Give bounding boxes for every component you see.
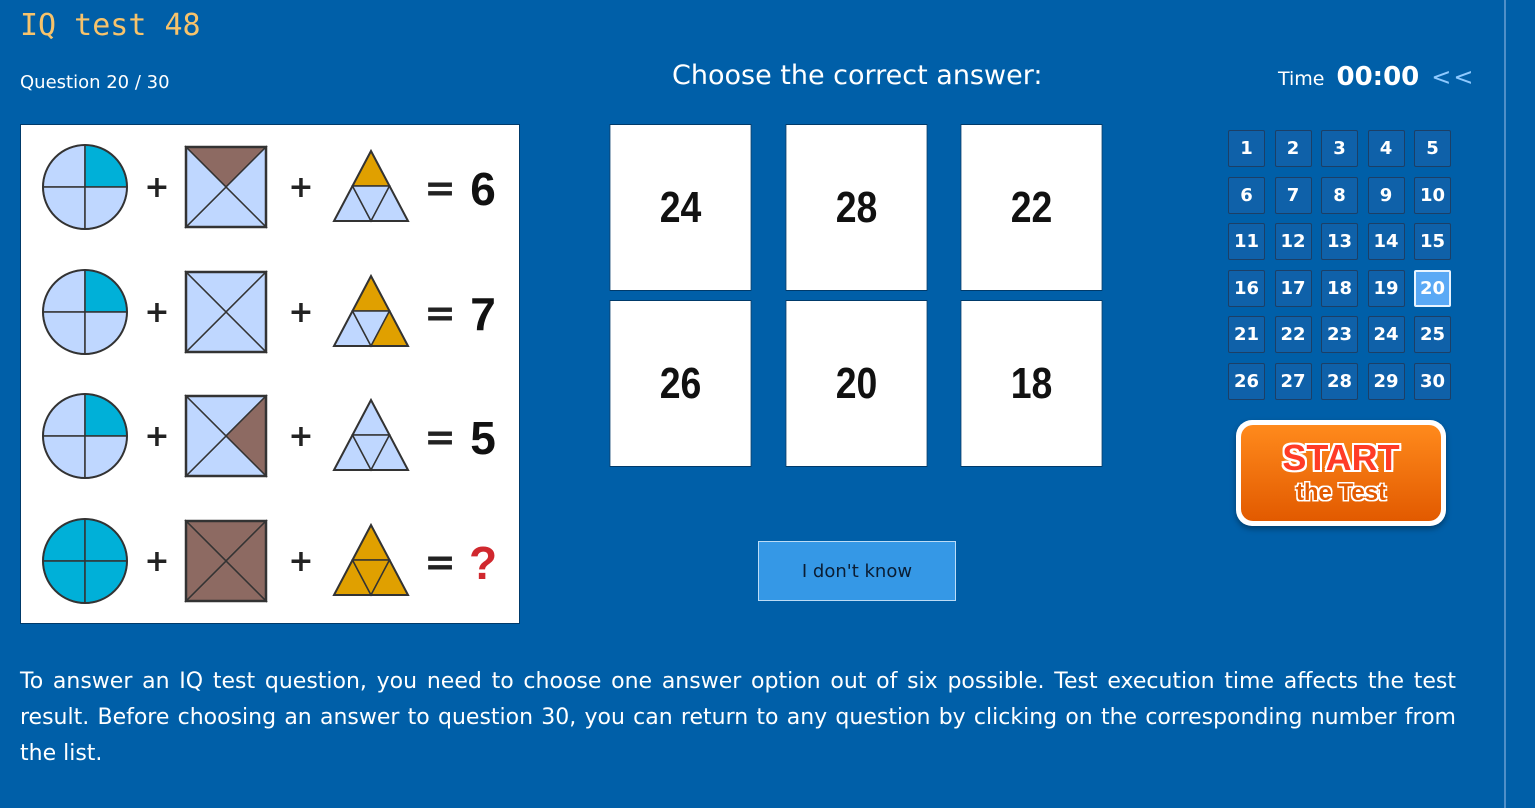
question-number-29[interactable]: 29	[1367, 362, 1405, 400]
question-number-13[interactable]: 13	[1321, 223, 1358, 260]
question-number-7[interactable]: 7	[1274, 176, 1312, 214]
answer-value: 26	[659, 358, 702, 408]
question-number-9[interactable]: 9	[1367, 176, 1405, 214]
question-number-21[interactable]: 21	[1228, 316, 1265, 353]
question-number-12[interactable]: 12	[1274, 223, 1312, 260]
question-number-1[interactable]: 1	[1228, 130, 1265, 167]
page-title: IQ test 48	[20, 8, 201, 43]
start-label: START	[1282, 437, 1400, 478]
question-number-15[interactable]: 15	[1414, 223, 1451, 260]
question-number-grid: 1 2 3 4 5 6 7 8 9 10 11 12 13 14 15 16 17 18 19 20 21 22 23 24 2…	[1228, 130, 1451, 400]
triangle-section	[351, 523, 391, 561]
dont-know-button[interactable]: I don't know	[758, 541, 956, 601]
answer-option[interactable]: 20	[785, 300, 928, 467]
question-number-16[interactable]: 16	[1228, 269, 1265, 307]
plus-sign: +	[144, 419, 169, 454]
time-label: Time	[1278, 68, 1325, 90]
equals-sign: =	[424, 166, 456, 210]
equation-result: 7	[470, 288, 496, 340]
equals-sign: =	[424, 291, 456, 335]
timer: Time 00:00 <<	[1278, 62, 1475, 92]
plus-sign: +	[288, 295, 313, 330]
answer-options: 24 28 22 26 20 18	[597, 124, 1117, 469]
plus-sign: +	[288, 544, 313, 579]
question-number-19[interactable]: 19	[1367, 269, 1405, 307]
plus-sign: +	[144, 544, 169, 579]
plus-sign: +	[288, 170, 313, 205]
instructions-text: To answer an IQ test question, you need …	[20, 669, 1456, 766]
question-number-30[interactable]: 30	[1414, 362, 1451, 400]
start-sublabel: the Test	[1295, 479, 1387, 506]
question-number-17[interactable]: 17	[1274, 269, 1312, 307]
answer-value: 18	[1010, 358, 1053, 408]
equation-result: ?	[469, 537, 497, 589]
puzzle-image: + + = 6 + + = 7 + + = 5 + + =?	[20, 124, 520, 624]
question-number-20[interactable]: 20	[1414, 269, 1451, 307]
answer-option[interactable]: 22	[960, 124, 1103, 291]
triangle-section	[351, 149, 391, 187]
question-number-4[interactable]: 4	[1367, 130, 1405, 167]
plus-sign: +	[144, 170, 169, 205]
time-value: 00:00	[1336, 62, 1420, 92]
answer-value: 20	[835, 358, 878, 408]
collapse-back-button[interactable]: <<	[1431, 63, 1475, 91]
plus-sign: +	[288, 419, 313, 454]
question-number-6[interactable]: 6	[1228, 176, 1265, 214]
question-number-25[interactable]: 25	[1414, 316, 1451, 353]
question-number-18[interactable]: 18	[1321, 269, 1358, 307]
question-counter: Question 20 / 30	[20, 72, 170, 93]
answer-value: 28	[835, 182, 878, 232]
answer-option[interactable]: 24	[609, 124, 752, 291]
equation-result: 6	[470, 163, 496, 215]
question-number-2[interactable]: 2	[1274, 130, 1312, 167]
triangle-section	[351, 398, 391, 436]
question-number-22[interactable]: 22	[1274, 316, 1312, 353]
question-number-24[interactable]: 24	[1367, 316, 1405, 353]
question-prompt: Choose the correct answer:	[672, 60, 1043, 91]
answer-value: 22	[1010, 182, 1053, 232]
question-number-10[interactable]: 10	[1414, 176, 1451, 214]
question-number-14[interactable]: 14	[1367, 223, 1405, 260]
answer-option[interactable]: 26	[609, 300, 752, 467]
question-number-3[interactable]: 3	[1321, 130, 1358, 167]
question-number-23[interactable]: 23	[1321, 316, 1358, 353]
equals-sign: =	[424, 540, 456, 584]
plus-sign: +	[144, 295, 169, 330]
triangle-section	[351, 274, 391, 312]
question-number-8[interactable]: 8	[1321, 176, 1358, 214]
question-number-5[interactable]: 5	[1414, 130, 1451, 167]
equals-sign: =	[424, 415, 456, 459]
question-number-27[interactable]: 27	[1274, 362, 1312, 400]
start-test-button-face: START the Test	[1241, 425, 1441, 521]
question-number-11[interactable]: 11	[1228, 223, 1265, 260]
question-number-26[interactable]: 26	[1228, 362, 1265, 400]
question-number-28[interactable]: 28	[1321, 362, 1358, 400]
puzzle-equations: + + = 6 + + = 7 + + = 5 + + =?	[42, 144, 497, 604]
equation-result: 5	[470, 412, 496, 464]
right-border-divider	[1504, 0, 1506, 808]
answer-option[interactable]: 28	[785, 124, 928, 291]
answer-value: 24	[659, 182, 702, 232]
answer-option[interactable]: 18	[960, 300, 1103, 467]
start-test-button[interactable]: START the Test	[1236, 420, 1446, 526]
